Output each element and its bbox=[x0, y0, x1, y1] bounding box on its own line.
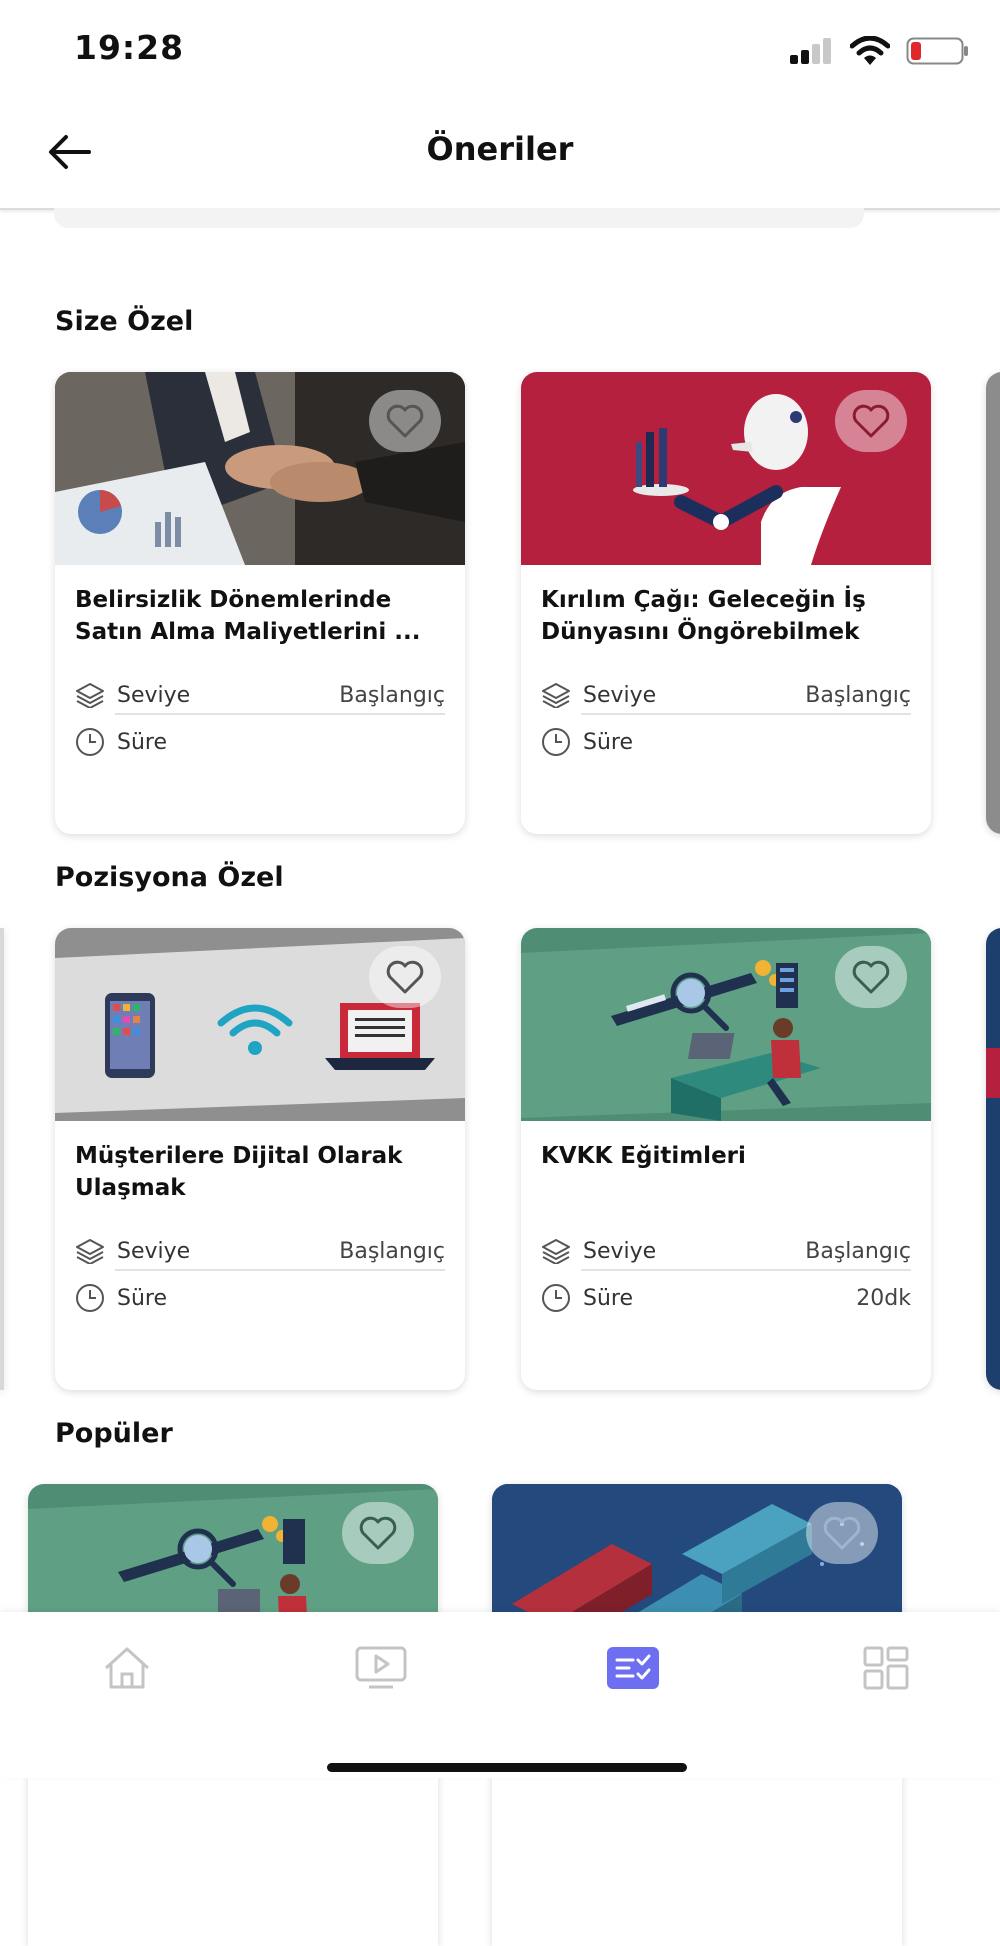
heart-icon bbox=[823, 1516, 861, 1550]
heart-icon bbox=[359, 1516, 397, 1550]
course-title: Belirsizlik Dönemlerinde Satın Alma Mali… bbox=[75, 587, 421, 645]
course-image-handshake bbox=[55, 372, 465, 565]
course-title: Kırılım Çağı: Geleceğin İş Dünyasını Öng… bbox=[541, 587, 866, 645]
dashboard-icon bbox=[863, 1646, 909, 1690]
favorite-button[interactable] bbox=[806, 1502, 878, 1564]
level-row: Seviye Başlangıç bbox=[541, 678, 911, 712]
search-bar-edge[interactable] bbox=[54, 208, 864, 228]
layers-icon bbox=[542, 683, 570, 708]
heart-icon bbox=[386, 404, 424, 438]
heart-icon bbox=[852, 404, 890, 438]
clock-icon bbox=[542, 728, 570, 756]
checklist-icon bbox=[607, 1647, 659, 1689]
section-title-size-ozel: Size Özel bbox=[55, 306, 194, 337]
duration-label: Süre bbox=[117, 1285, 168, 1311]
wifi-icon bbox=[850, 36, 890, 65]
status-time: 19:28 bbox=[74, 28, 185, 67]
level-row: Seviye Başlangıç bbox=[75, 1234, 445, 1268]
home-icon bbox=[104, 1647, 150, 1689]
nav-videos[interactable] bbox=[351, 1640, 411, 1696]
heart-icon bbox=[386, 960, 424, 994]
favorite-button[interactable] bbox=[835, 390, 907, 452]
duration-row: Süre bbox=[75, 1281, 445, 1315]
level-row: Seviye Başlangıç bbox=[541, 1234, 911, 1268]
course-card[interactable]: Belirsizlik Dönemlerinde Satın Alma Mali… bbox=[55, 372, 465, 834]
duration-value: 20dk bbox=[856, 1285, 911, 1311]
level-label: Seviye bbox=[583, 1238, 657, 1264]
status-icons bbox=[788, 34, 970, 68]
favorite-button[interactable] bbox=[835, 946, 907, 1008]
divider bbox=[115, 1269, 445, 1271]
duration-label: Süre bbox=[583, 729, 634, 755]
level-value: Başlangıç bbox=[805, 682, 911, 708]
nav-recommendations[interactable] bbox=[603, 1640, 663, 1696]
divider bbox=[581, 1269, 911, 1271]
section-title-populer: Popüler bbox=[55, 1418, 173, 1449]
divider bbox=[581, 713, 911, 715]
clock-icon bbox=[76, 1284, 104, 1312]
course-image-devices bbox=[55, 928, 465, 1121]
nav-dashboard[interactable] bbox=[856, 1640, 916, 1696]
video-play-icon bbox=[355, 1646, 407, 1689]
level-label: Seviye bbox=[117, 1238, 191, 1264]
divider bbox=[115, 713, 445, 715]
page-title: Öneriler bbox=[426, 130, 574, 168]
course-card[interactable]: KVKK Eğitimleri Seviye Başlangıç Süre 20… bbox=[521, 928, 931, 1390]
course-card[interactable]: Kırılım Çağı: Geleceğin İş Dünyasını Öng… bbox=[521, 372, 931, 834]
level-label: Seviye bbox=[117, 682, 191, 708]
layers-icon bbox=[76, 1239, 104, 1264]
home-indicator bbox=[327, 1763, 687, 1772]
layers-icon bbox=[76, 683, 104, 708]
favorite-button[interactable] bbox=[342, 1502, 414, 1564]
duration-row: Süre bbox=[541, 725, 911, 759]
level-value: Başlangıç bbox=[805, 1238, 911, 1264]
level-value: Başlangıç bbox=[339, 1238, 445, 1264]
course-card-partial[interactable] bbox=[986, 372, 1000, 834]
course-title: KVKK Eğitimleri bbox=[541, 1143, 746, 1169]
course-image-robot bbox=[521, 372, 931, 565]
battery-low-icon bbox=[906, 37, 968, 65]
favorite-button[interactable] bbox=[369, 390, 441, 452]
level-value: Başlangıç bbox=[339, 682, 445, 708]
level-label: Seviye bbox=[583, 682, 657, 708]
duration-label: Süre bbox=[583, 1285, 634, 1311]
duration-row: Süre 20dk bbox=[541, 1281, 911, 1315]
course-image-data-search bbox=[521, 928, 931, 1121]
course-card-partial[interactable] bbox=[986, 928, 1000, 1390]
nav-home[interactable] bbox=[97, 1640, 157, 1696]
course-card-partial[interactable] bbox=[0, 928, 4, 1390]
layers-icon bbox=[542, 1239, 570, 1264]
level-row: Seviye Başlangıç bbox=[75, 678, 445, 712]
section-title-pozisyona-ozel: Pozisyona Özel bbox=[55, 862, 284, 893]
signal-icon bbox=[790, 38, 831, 64]
course-card[interactable]: Müşterilere Dijital Olarak Ulaşmak Seviy… bbox=[55, 928, 465, 1390]
clock-icon bbox=[76, 728, 104, 756]
favorite-button[interactable] bbox=[369, 946, 441, 1008]
duration-row: Süre bbox=[75, 725, 445, 759]
clock-icon bbox=[542, 1284, 570, 1312]
heart-icon bbox=[852, 960, 890, 994]
duration-label: Süre bbox=[117, 729, 168, 755]
course-title: Müşterilere Dijital Olarak Ulaşmak bbox=[75, 1143, 403, 1201]
